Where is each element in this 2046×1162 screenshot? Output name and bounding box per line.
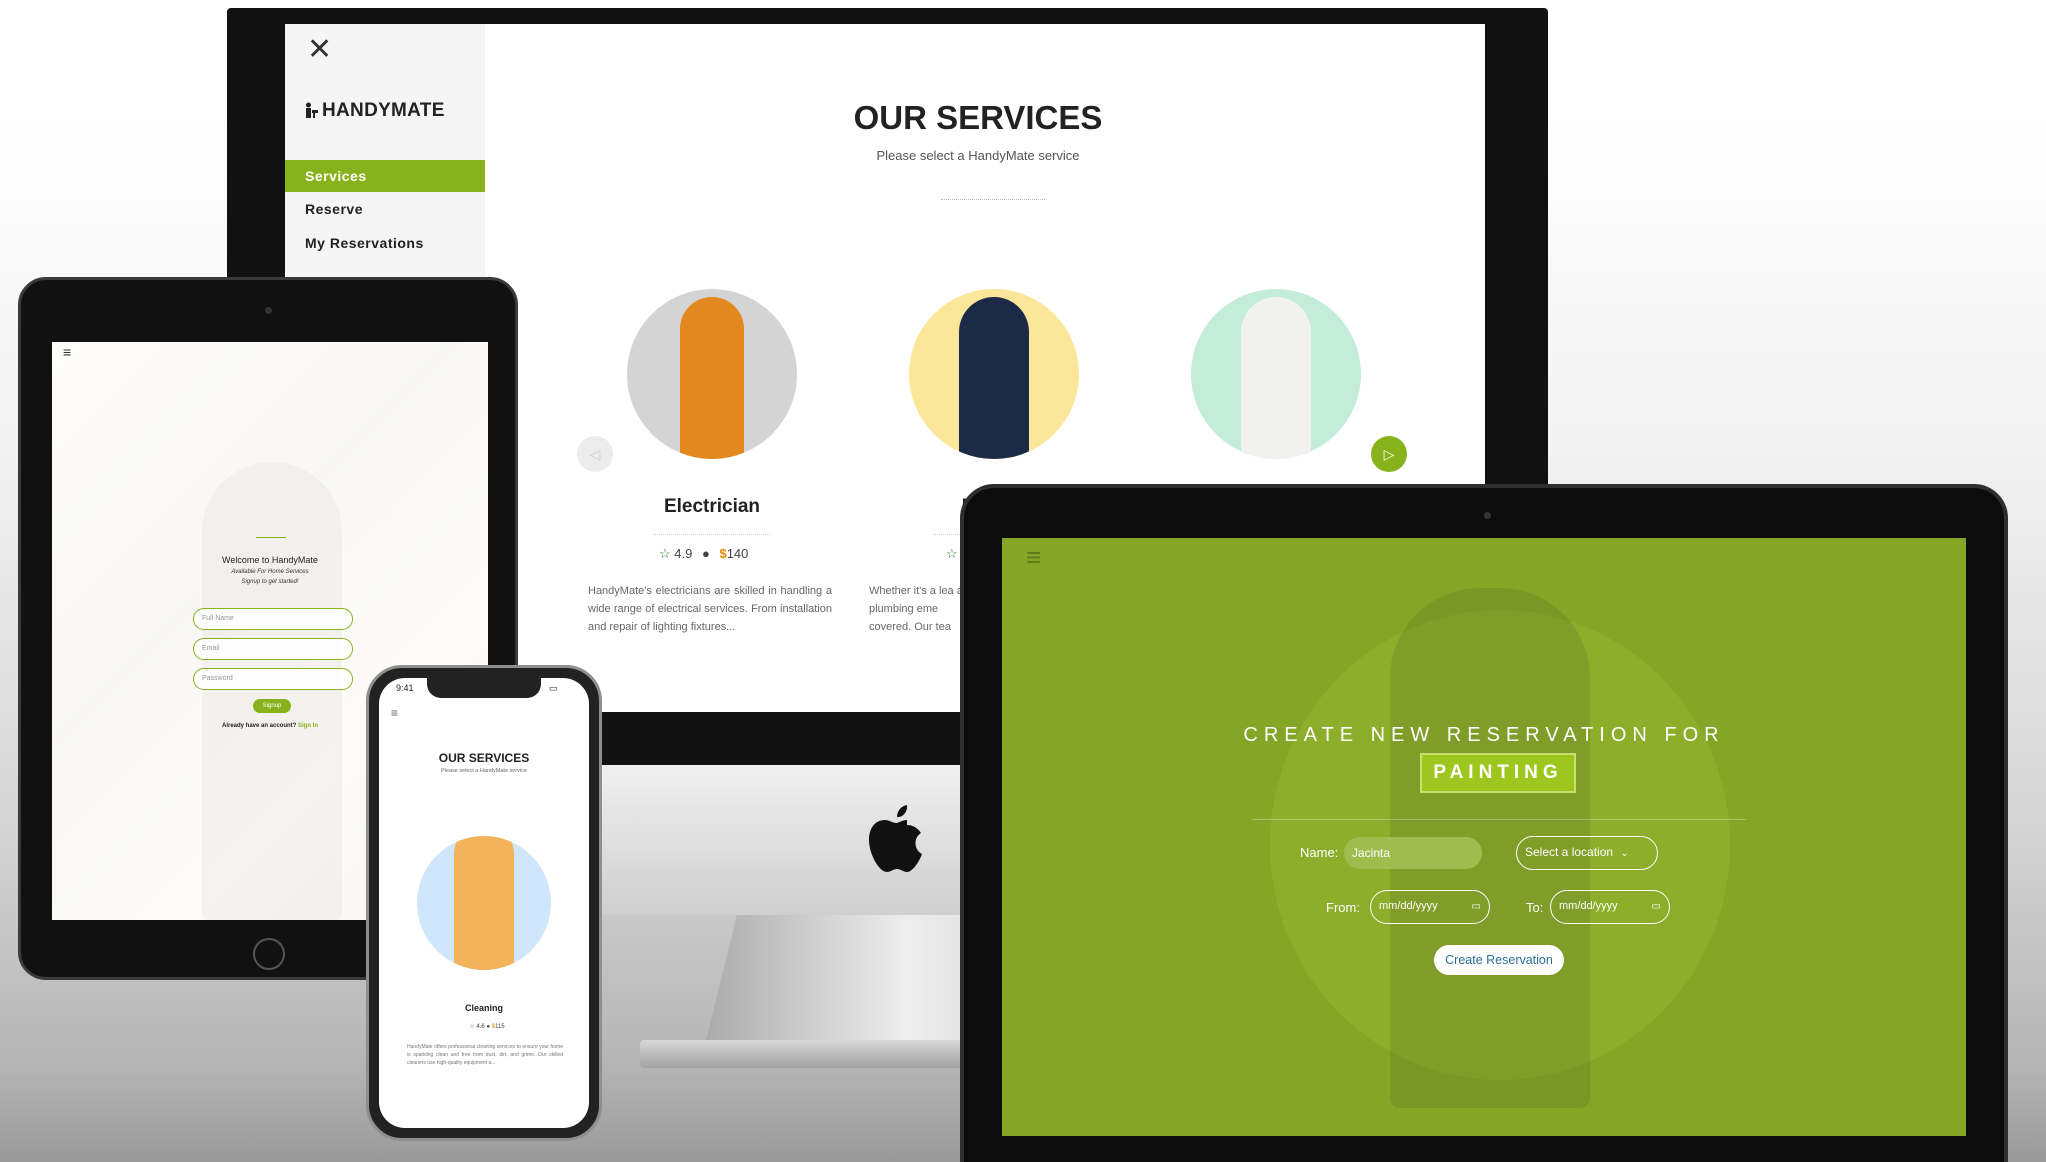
from-date-field[interactable]: mm/dd/yyyy ▭ — [1370, 890, 1490, 924]
carousel-prev-button[interactable]: ◁ — [577, 436, 613, 472]
iphone-frame: 9:41 ▭ ≡ OUR SERVICES Please select a Ha… — [366, 665, 602, 1141]
camera — [265, 307, 272, 314]
page-title: OUR SERVICES — [853, 99, 1103, 136]
location-select-label: Select a location — [1525, 845, 1614, 859]
service-description: HandyMate's electricians are skilled in … — [588, 585, 832, 633]
account-prompt-text: Already have an account? — [221, 723, 297, 729]
to-label: To: — [1526, 900, 1544, 915]
home-button[interactable] — [253, 938, 285, 970]
page-subtitle: Please select a HandyMate service — [441, 768, 527, 774]
apple-logo-icon — [846, 800, 946, 880]
page-subtitle: Please select a HandyMate service — [876, 148, 1080, 163]
create-reservation-button[interactable]: Create Reservation — [1434, 945, 1564, 975]
camera — [1484, 512, 1491, 519]
tagline: Available For Home Services — [231, 569, 309, 575]
iphone-screen: 9:41 ▭ ≡ OUR SERVICES Please select a Ha… — [379, 678, 589, 1128]
menu-icon[interactable]: ≡ — [391, 706, 398, 720]
calendar-icon: ▭ — [1651, 901, 1661, 912]
logo[interactable]: HANDYMATE — [305, 100, 445, 122]
rating: 4.9 — [674, 546, 693, 561]
service-meta: ☆ 4.9 ● $140 — [659, 546, 779, 562]
star-icon: ☆ — [946, 546, 958, 561]
divider — [654, 534, 770, 535]
price: 140 — [726, 546, 749, 561]
service-description: Whether it's a lea a plumbing eme covere… — [869, 582, 963, 636]
separator-dot: ● — [701, 546, 710, 561]
password-field[interactable]: Password — [193, 668, 353, 690]
service-card-cleaning[interactable] — [417, 836, 551, 970]
chevron-down-icon: ⌄ — [1620, 848, 1629, 859]
full-name-field[interactable]: Full Name — [193, 608, 353, 630]
plumber-image — [959, 297, 1029, 459]
to-date-placeholder: mm/dd/yyyy — [1559, 900, 1618, 912]
subtagline: Signup to get started! — [241, 579, 299, 585]
name-label: Name: — [1300, 845, 1339, 860]
star-icon: ☆ — [659, 546, 671, 561]
page-title: OUR SERVICES — [438, 751, 530, 765]
service-name: Electrician — [663, 496, 761, 517]
painter-image — [1241, 297, 1311, 459]
status-time: 9:41 — [396, 683, 414, 693]
cleaner-image — [454, 836, 514, 970]
from-label: From: — [1326, 900, 1360, 915]
signin-link[interactable]: Sign In — [298, 723, 318, 729]
name-field[interactable]: Jacinta — [1344, 837, 1482, 869]
service-name: Cleaning — [464, 1003, 503, 1013]
close-icon[interactable]: ✕ — [307, 32, 332, 68]
service-card-painter[interactable] — [1191, 289, 1361, 459]
separator-dot: ● — [486, 1024, 491, 1030]
menu-icon[interactable]: ≡ — [1026, 542, 1041, 573]
macbook-frame: ≡ CREATE NEW RESERVATION FOR PAINTING Na… — [960, 484, 2008, 1162]
divider — [941, 199, 1045, 200]
rating: 4.6 — [476, 1024, 485, 1030]
battery-icon: ▭ — [549, 683, 558, 693]
sidebar-item-services[interactable]: Services — [285, 160, 485, 192]
dollar-icon: $ — [719, 546, 727, 561]
star-icon: ☆ — [469, 1024, 475, 1030]
from-date-placeholder: mm/dd/yyyy — [1379, 900, 1438, 912]
welcome-title: Welcome to HandyMate — [222, 555, 318, 565]
email-field[interactable]: Email — [193, 638, 353, 660]
signup-button[interactable]: Signup — [253, 699, 291, 713]
macbook-screen: ≡ CREATE NEW RESERVATION FOR PAINTING Na… — [1002, 538, 1966, 1136]
location-select[interactable]: Select a location ⌄ — [1516, 836, 1658, 870]
service-card-plumber[interactable] — [909, 289, 1079, 459]
logo-text: HANDYMATE — [322, 100, 445, 121]
service-description-text: Whether it's a lea a plumbing eme covere… — [869, 585, 963, 633]
menu-icon[interactable]: ≡ — [63, 344, 71, 360]
play-icon: ▷ — [1383, 446, 1395, 462]
logo-icon — [305, 102, 319, 118]
carousel-next-button[interactable]: ▷ — [1371, 436, 1407, 472]
service-badge: PAINTING — [1420, 753, 1576, 793]
divider — [256, 537, 286, 538]
to-date-field[interactable]: mm/dd/yyyy ▭ — [1550, 890, 1670, 924]
service-meta: ☆ 4.6 ● $115 — [442, 1023, 532, 1030]
sidebar-item-my-reservations[interactable]: My Reservations — [285, 227, 485, 259]
service-description: HandyMate offers professional cleaning s… — [407, 1044, 563, 1066]
price: 115 — [495, 1024, 505, 1030]
calendar-icon: ▭ — [1471, 901, 1481, 912]
divider — [1252, 819, 1746, 820]
chevron-left-icon: ◁ — [589, 446, 601, 462]
notch — [427, 678, 541, 698]
service-card-electrician[interactable] — [627, 289, 797, 459]
electrician-image — [680, 297, 744, 459]
sidebar-item-reserve[interactable]: Reserve — [285, 193, 485, 225]
reservation-heading: CREATE NEW RESERVATION FOR — [1243, 724, 1725, 746]
